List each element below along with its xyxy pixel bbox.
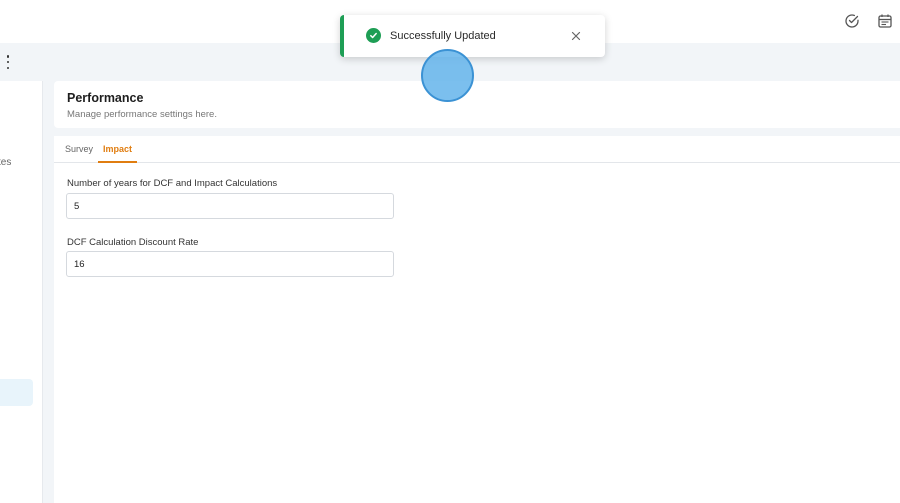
page-title: Performance (67, 91, 144, 105)
discount-rate-input[interactable] (66, 251, 394, 277)
tab-impact[interactable]: Impact (98, 144, 138, 163)
tab-bar: Survey Impact (54, 136, 900, 163)
kebab-menu-icon[interactable] (3, 55, 13, 69)
page-subtitle: Manage performance settings here. (67, 109, 217, 120)
sidebar-item-label[interactable]: tes (0, 157, 11, 168)
tab-survey[interactable]: Survey (65, 144, 93, 163)
check-circle-icon[interactable] (843, 12, 861, 30)
sidebar-item-active[interactable] (0, 379, 33, 406)
settings-card: Survey Impact Number of years for DCF an… (54, 136, 900, 503)
discount-rate-label: DCF Calculation Discount Rate (67, 237, 199, 248)
toast-message: Successfully Updated (390, 30, 496, 42)
years-field-label: Number of years for DCF and Impact Calcu… (67, 178, 278, 189)
app-root: tes Performance Manage performance setti… (0, 0, 900, 503)
calendar-icon[interactable] (876, 12, 894, 30)
page-header-card: Performance Manage performance settings … (54, 81, 900, 128)
years-input[interactable] (66, 193, 394, 219)
success-check-icon (366, 28, 381, 43)
success-toast: Successfully Updated (340, 15, 605, 57)
cursor-indicator (421, 49, 474, 102)
close-icon[interactable] (570, 30, 582, 42)
sidebar: tes (0, 81, 43, 503)
